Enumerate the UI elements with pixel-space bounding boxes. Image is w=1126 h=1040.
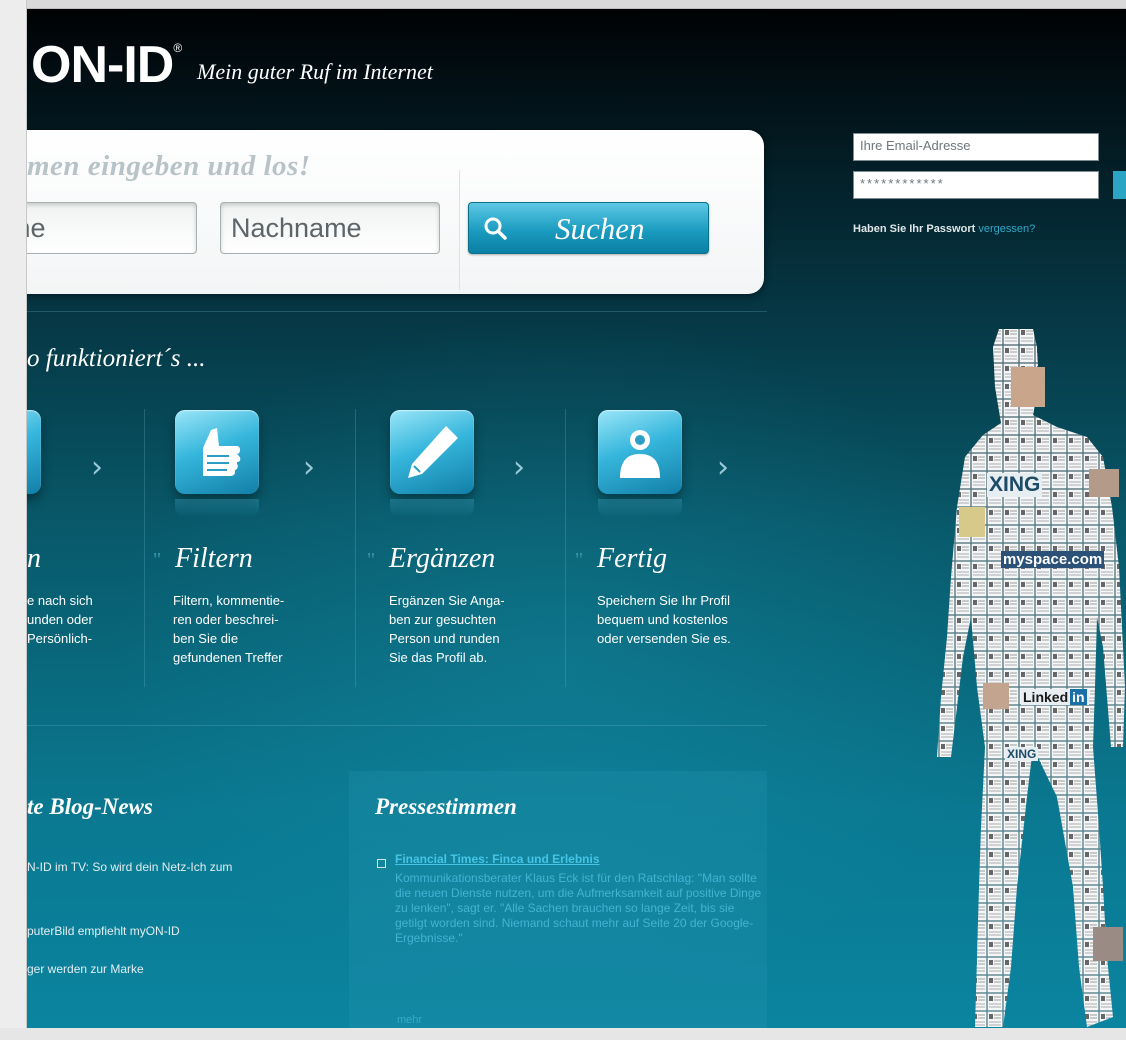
search-panel: men eingeben und los! name Nachname Such… [27,130,764,294]
press-article-link[interactable]: Financial Times: Finca und Erlebnis [395,852,600,866]
done-step-tile[interactable] [598,410,682,494]
press-title: Pressestimmen [375,794,517,819]
window-top-edge [0,0,1126,9]
step-title-filter: Filtern [175,543,253,574]
blog-news-item[interactable]: ger werden zur Marke [27,962,144,976]
step-title-search: n [27,543,41,574]
quote-mark: " [575,549,584,571]
logo-text: ON-ID [31,36,174,94]
chevron-right-icon: › [717,450,729,485]
xing-logo: XING [987,473,1043,497]
login-password-input[interactable]: ************ [853,171,1099,199]
quote-mark: " [367,549,376,571]
profile-collage-figure: XING myspace.com Linked in XING [907,327,1126,1028]
site-logo[interactable]: ON-ID® [31,35,182,95]
search-button-label: Suchen [555,211,645,246]
registered-mark: ® [173,41,182,55]
window-left-edge [0,0,27,1040]
thumbs-up-icon [203,428,241,476]
press-bullet [377,859,386,868]
filter-step-tile[interactable] [175,410,259,494]
blog-news-item[interactable]: puterBild empfiehlt myON-ID [27,924,180,938]
site-tagline: Mein guter Ruf im Internet [197,59,433,84]
complete-step-tile[interactable] [390,410,474,494]
forgot-password-text: Haben Sie Ihr Passwort vergessen? [853,223,1035,235]
chevron-right-icon: › [513,450,525,485]
chevron-right-icon: › [303,450,315,485]
step-title-done: Fertig [597,543,667,574]
pencil-icon [408,426,458,478]
forgot-password-link[interactable]: vergessen? [978,223,1035,235]
blog-news-title: te Blog-News [27,794,153,819]
search-divider [459,170,460,290]
myspace-logo: myspace.com [1001,551,1105,568]
xing-logo-small: XING [1005,747,1039,761]
how-it-works-title: o funktioniert´s ... [27,345,206,372]
column-divider [565,409,566,687]
login-email-input[interactable]: Ihre Email-Adresse [853,133,1099,161]
tile-reflection [598,499,682,517]
column-divider [355,409,356,687]
web-page: ON-ID® Mein guter Ruf im Internet men ei… [27,9,1126,1028]
step-text-filter: Filtern, kommentie- ren oder beschrei- b… [173,593,285,665]
login-submit-button[interactable] [1113,171,1126,199]
search-heading: men eingeben und los! [27,150,311,182]
blog-news-item[interactable]: N-ID im TV: So wird dein Netz-Ich zum [27,860,232,874]
press-more-link[interactable]: mehr [397,1014,422,1026]
step-title-complete: Ergänzen [389,543,496,574]
window-bottom-edge [0,1028,1126,1040]
press-article-text: Kommunikationsberater Klaus Eck ist für … [395,871,762,945]
first-name-input[interactable]: name [27,202,197,254]
step-text-complete: Ergänzen Sie Anga- ben zur gesuchten Per… [389,593,505,665]
last-name-input[interactable]: Nachname [220,202,440,254]
linkedin-logo: Linked in [1021,689,1089,705]
quote-mark: " [153,549,162,571]
forgot-password-label: Haben Sie Ihr Passwort [853,223,976,235]
profile-icon [620,430,660,478]
step-text-done: Speichern Sie Ihr Profil bequem und kost… [597,593,731,646]
linkedin-word: Linked [1023,689,1069,705]
section-separator [27,725,767,726]
search-step-icon [27,420,31,484]
collage-silhouette [937,329,1125,1027]
section-separator [27,311,767,312]
search-step-tile[interactable] [27,410,41,494]
tile-reflection [390,499,474,517]
search-button[interactable]: Suchen [468,202,709,254]
chevron-right-icon: › [91,450,103,485]
linkedin-in-mark: in [1070,689,1087,705]
tile-reflection [175,499,259,517]
search-icon [484,217,507,240]
